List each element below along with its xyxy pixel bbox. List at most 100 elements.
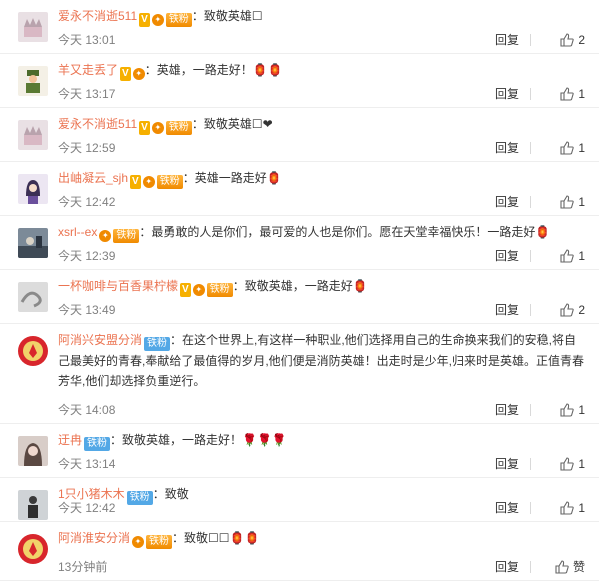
avatar[interactable] — [18, 436, 48, 466]
comment-text: 爱永不消逝511 V ✦ 铁粉 ：致敬英雄☐ — [58, 6, 585, 27]
username-link[interactable]: 羊又走丢了 — [58, 63, 118, 77]
fan-badge: 铁粉 — [165, 13, 192, 27]
avatar[interactable] — [18, 120, 48, 150]
emoji: 🌹🌹🌹 — [242, 433, 287, 447]
comment-item: 阿消兴安盟分消 铁粉 ：在这个世界上,有这样一种职业,他们选择用自己的生命换来我们的… — [0, 324, 599, 424]
fan-level-icon: ✦ — [192, 284, 205, 296]
reply-button[interactable]: 回复 — [495, 455, 519, 473]
fan-badge: 铁粉 — [146, 535, 173, 549]
username-link[interactable]: 迂冉 — [58, 433, 82, 447]
like-count: 1 — [578, 87, 585, 101]
comment-content: ：英雄，一路走好！ — [144, 63, 253, 77]
vip-badge: V — [120, 67, 131, 81]
avatar[interactable] — [18, 66, 48, 96]
reply-button[interactable]: 回复 — [495, 139, 519, 157]
like-count: 1 — [578, 501, 585, 515]
comment-content: ：致敬英雄 — [191, 9, 252, 23]
comment-time: 13分钟前 — [58, 560, 108, 574]
fan-badge: 铁粉 — [206, 283, 233, 297]
comment-content: ：致敬 — [172, 531, 209, 545]
comment-item: 迂冉 铁粉 ：致敬英雄，一路走好！🌹🌹🌹 今天 13:14 回复 1 — [0, 424, 599, 478]
thumbs-up-icon — [555, 560, 573, 574]
like-button[interactable]: 1 — [560, 139, 585, 157]
thumbs-up-icon — [560, 141, 578, 155]
comment-content: ：最勇敢的人是你们，最可爱的人也是你们。愿在天堂幸福快乐！一路走好 — [139, 225, 536, 239]
reply-button[interactable]: 回复 — [495, 85, 519, 103]
comment-text: 迂冉 铁粉 ：致敬英雄，一路走好！🌹🌹🌹 — [58, 430, 585, 451]
unsupported-glyph: ☐ — [251, 9, 263, 23]
comment-content: ：致敬英雄，一路走好！ — [110, 433, 243, 447]
emoji: 🏮 — [352, 279, 368, 293]
fan-badge: 铁粉 — [156, 175, 183, 189]
like-count: 赞 — [572, 560, 585, 574]
avatar[interactable] — [18, 12, 48, 42]
comment-text: 出岫凝云_sjh V ✦ 铁粉 ：英雄一路走好🏮 — [58, 168, 585, 189]
username-link[interactable]: 爱永不消逝511 — [58, 117, 137, 131]
comment-text: 一杯咖啡与百香果柠檬 V ✦ 铁粉 ：致敬英雄，一路走好🏮 — [58, 276, 585, 297]
thumbs-up-icon — [560, 33, 578, 47]
fan-level-icon: ✦ — [99, 230, 112, 242]
reply-button[interactable]: 回复 — [495, 247, 519, 265]
fan-badge: 铁粉 — [144, 337, 171, 351]
like-button[interactable]: 1 — [560, 85, 585, 103]
comment-text: 羊又走丢了 V ✦ ：英雄，一路走好！🏮🏮 — [58, 60, 585, 81]
username-link[interactable]: xsrl--ex — [58, 225, 97, 239]
like-count: 1 — [578, 249, 585, 263]
reply-button[interactable]: 回复 — [495, 499, 519, 517]
comment-time: 今天 12:59 — [58, 141, 116, 155]
like-button[interactable]: 1 — [560, 247, 585, 265]
like-button[interactable]: 1 — [560, 499, 585, 517]
divider — [530, 142, 531, 154]
avatar[interactable] — [18, 490, 48, 520]
comment-item: 阿消淮安分消 ✦ 铁粉 ：致敬☐☐🏮🏮 13分钟前 回复 赞 — [0, 522, 599, 581]
like-button[interactable]: 赞 — [555, 558, 585, 576]
like-button[interactable]: 2 — [560, 31, 585, 49]
comment-time: 今天 12:39 — [58, 249, 116, 263]
like-button[interactable]: 1 — [560, 193, 585, 211]
divider — [530, 250, 531, 262]
comment-time: 今天 12:42 — [58, 501, 116, 515]
comment-content: ：致敬英雄 — [191, 117, 252, 131]
username-link[interactable]: 出岫凝云_sjh — [58, 171, 128, 185]
unsupported-glyph: ☐ — [251, 117, 263, 131]
reply-button[interactable]: 回复 — [495, 301, 519, 319]
thumbs-up-icon — [560, 303, 578, 317]
comment-text: 阿消淮安分消 ✦ 铁粉 ：致敬☐☐🏮🏮 — [58, 528, 585, 549]
emoji: ❤ — [262, 117, 273, 131]
comment-item: 出岫凝云_sjh V ✦ 铁粉 ：英雄一路走好🏮 今天 12:42 回复 1 — [0, 162, 599, 216]
reply-button[interactable]: 回复 — [495, 558, 519, 576]
comment-content: ：致敬英雄，一路走好 — [232, 279, 353, 293]
thumbs-up-icon — [560, 249, 578, 263]
emoji: 🏮 — [266, 171, 282, 185]
username-link[interactable]: 阿消兴安盟分消 — [58, 333, 142, 347]
avatar[interactable] — [18, 282, 48, 312]
avatar[interactable] — [18, 174, 48, 204]
vip-badge: V — [130, 175, 141, 189]
username-link[interactable]: 阿消淮安分消 — [58, 531, 130, 545]
emoji: 🏮🏮 — [252, 63, 283, 77]
divider — [530, 196, 531, 208]
divider — [530, 34, 531, 46]
vip-badge: V — [139, 13, 150, 27]
comment-content: ：英雄一路走好 — [182, 171, 267, 185]
comment-time: 今天 13:14 — [58, 457, 116, 471]
like-button[interactable]: 1 — [560, 401, 585, 419]
reply-button[interactable]: 回复 — [495, 401, 519, 419]
like-button[interactable]: 2 — [560, 301, 585, 319]
reply-button[interactable]: 回复 — [495, 193, 519, 211]
fan-level-icon: ✦ — [151, 122, 164, 134]
username-link[interactable]: 爱永不消逝511 — [58, 9, 137, 23]
avatar[interactable] — [18, 228, 48, 258]
thumbs-up-icon — [560, 195, 578, 209]
reply-button[interactable]: 回复 — [495, 31, 519, 49]
like-button[interactable]: 1 — [560, 455, 585, 473]
like-count: 1 — [578, 457, 585, 471]
avatar[interactable] — [18, 336, 48, 366]
thumbs-up-icon — [560, 501, 578, 515]
comment-time: 今天 12:42 — [58, 195, 116, 209]
username-link[interactable]: 一杯咖啡与百香果柠檬 — [58, 279, 178, 293]
comment-item: 1只小猪木木 铁粉 ：致敬 今天 12:42 回复 1 — [0, 478, 599, 522]
fan-level-icon: ✦ — [151, 14, 164, 26]
avatar[interactable] — [18, 534, 48, 564]
thumbs-up-icon — [560, 87, 578, 101]
